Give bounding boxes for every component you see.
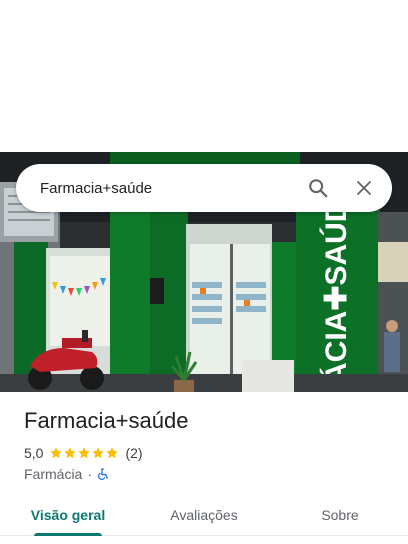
- wheelchair-accessible-icon: [98, 468, 108, 480]
- clear-search-button[interactable]: [344, 168, 384, 208]
- place-category: Farmácia: [24, 466, 83, 482]
- review-count[interactable]: (2): [125, 445, 142, 461]
- search-bar: [16, 164, 392, 212]
- separator-dot: ·: [87, 466, 93, 482]
- search-button[interactable]: [298, 168, 338, 208]
- place-tabs: Visão geral Avaliações Sobre: [0, 494, 408, 536]
- tab-reviews[interactable]: Avaliações: [136, 494, 272, 535]
- rating-value: 5,0: [24, 445, 44, 461]
- search-icon: [309, 179, 328, 198]
- close-icon: [357, 181, 371, 195]
- tab-about[interactable]: Sobre: [272, 494, 408, 535]
- star-icon: [64, 447, 77, 459]
- category-row: Farmácia ·: [24, 465, 110, 483]
- search-input[interactable]: [16, 164, 298, 212]
- star-icon: [78, 447, 91, 459]
- star-icon: [106, 447, 119, 459]
- tab-overview[interactable]: Visão geral: [0, 494, 136, 536]
- rating-row[interactable]: 5,0 (2): [24, 444, 143, 462]
- place-title: Farmacia+saúde: [24, 408, 189, 433]
- star-icon: [50, 447, 63, 459]
- star-icon: [92, 447, 105, 459]
- star-rating: [49, 446, 119, 460]
